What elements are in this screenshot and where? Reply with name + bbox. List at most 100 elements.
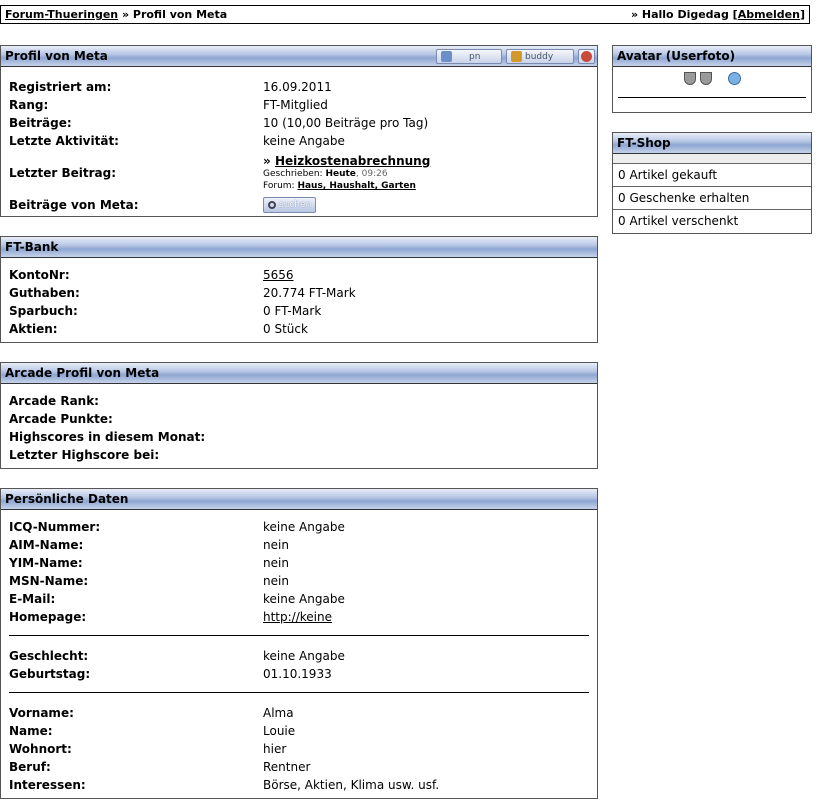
highscores-label: Highscores in diesem Monat: — [9, 430, 206, 444]
posts-row: Beiträge: 10 (10,00 Beiträge pro Tag) — [9, 114, 589, 132]
avatar-title: Avatar (Userfoto) — [617, 49, 736, 63]
birthday-label: Geburtstag: — [9, 667, 91, 681]
home-icon[interactable] — [727, 72, 741, 85]
lastpost-written: Geschrieben: Heute, 09:26 — [263, 168, 589, 180]
icq-label: ICQ-Nummer: — [9, 520, 101, 534]
icq-value: keine Angabe — [263, 520, 345, 534]
profile-details: Registriert am: 16.09.2011 Rang: FT-Mitg… — [1, 67, 597, 218]
msn-row: MSN-Name: nein — [9, 572, 589, 590]
homepage-link[interactable]: http://keine — [263, 610, 332, 624]
guthaben-row: Guthaben: 20.774 FT-Mark — [9, 284, 589, 302]
bank-header: FT-Bank — [1, 237, 597, 258]
last-highscore-label: Letzter Highscore bei: — [9, 448, 160, 462]
personal-details: ICQ-Nummer: keine Angabe AIM-Name: nein … — [1, 510, 597, 798]
homepage-value: http://keine — [263, 610, 589, 624]
konto-value: 5656 — [263, 268, 589, 282]
aktien-value: 0 Stück — [263, 322, 308, 336]
interests-row: Interessen: Börse, Aktien, Klima usw. us… — [9, 776, 589, 794]
profile-actions: pn buddy — [436, 49, 595, 64]
yim-value: nein — [263, 556, 289, 570]
guthaben-value: 20.774 FT-Mark — [263, 286, 356, 300]
arcade-rank-label: Arcade Rank: — [9, 394, 99, 408]
ignore-user-icon — [581, 51, 592, 62]
konto-link[interactable]: 5656 — [263, 268, 294, 282]
aim-label: AIM-Name: — [9, 538, 84, 552]
personal-title: Persönliche Daten — [5, 492, 129, 506]
lastpost-value: » Heizkostenabrechnung Geschrieben: Heut… — [263, 154, 589, 192]
city-label: Wohnort: — [9, 742, 72, 756]
bank-panel: FT-Bank KontoNr: 5656 Guthaben: 20.774 F… — [0, 236, 598, 343]
email-label: E-Mail: — [9, 592, 56, 606]
interests-label: Interessen: — [9, 778, 86, 792]
arcade-points-row: Arcade Punkte: — [9, 410, 589, 428]
city-row: Wohnort: hier — [9, 740, 589, 758]
email-row: E-Mail: keine Angabe — [9, 590, 589, 608]
job-label: Beruf: — [9, 760, 51, 774]
name-label: Name: — [9, 724, 53, 738]
greeting-close: ] — [799, 8, 805, 21]
arcade-rank-row: Arcade Rank: — [9, 392, 589, 410]
posts-label: Beiträge: — [9, 116, 72, 130]
firstname-value: Alma — [263, 706, 294, 720]
msn-value: nein — [263, 574, 289, 588]
arcade-header: Arcade Profil von Meta — [1, 363, 597, 384]
registered-row: Registriert am: 16.09.2011 — [9, 78, 589, 96]
sparbuch-row: Sparbuch: 0 FT-Mark — [9, 302, 589, 320]
profile-header: Profil von Meta pn buddy — [1, 46, 597, 67]
profile-title: Profil von Meta — [5, 49, 108, 63]
lastpost-forum-link[interactable]: Haus, Haushalt, Garten — [297, 181, 415, 191]
job-row: Beruf: Rentner — [9, 758, 589, 776]
gender-label: Geschlecht: — [9, 649, 89, 663]
ignore-button[interactable] — [578, 49, 595, 64]
job-value: Rentner — [263, 760, 311, 774]
buddy-button[interactable]: buddy — [506, 49, 574, 64]
avatar-divider — [618, 97, 806, 98]
msn-label: MSN-Name: — [9, 574, 89, 588]
avatar-panel: Avatar (Userfoto) — [612, 45, 812, 113]
lastpost-label: Letzter Beitrag: — [9, 166, 117, 180]
aim-value: nein — [263, 538, 289, 552]
logout-link[interactable]: Abmelden — [738, 8, 800, 21]
lastpost-arrow: » — [263, 154, 275, 168]
buddy-icon — [511, 51, 522, 62]
shop-title: FT-Shop — [617, 136, 671, 150]
avatar-icons — [613, 72, 811, 85]
profile-panel: Profil von Meta pn buddy Registriert am:… — [0, 45, 598, 217]
last-highscore-row: Letzter Highscore bei: — [9, 446, 589, 464]
interests-value: Börse, Aktien, Klima usw. usf. — [263, 778, 440, 792]
user-greeting: » Hallo Digedag [Abmelden] — [631, 8, 805, 21]
activity-label: Letzte Aktivität: — [9, 134, 119, 148]
forum-home-link[interactable]: Forum-Thueringen — [5, 8, 118, 21]
written-day: Heute — [325, 169, 356, 179]
posts-by-row: Beiträge von Meta: suchen — [9, 196, 589, 214]
rank-value: FT-Mitglied — [263, 98, 328, 112]
pn-button[interactable]: pn — [436, 49, 502, 64]
greeting-text: » Hallo Digedag [ — [630, 8, 738, 21]
bank-details: KontoNr: 5656 Guthaben: 20.774 FT-Mark S… — [1, 258, 597, 342]
pn-label: pn — [469, 51, 481, 62]
lastpost-forum: Forum: Haus, Haushalt, Garten — [263, 180, 589, 192]
birthday-value: 01.10.1933 — [263, 667, 332, 681]
konto-row: KontoNr: 5656 — [9, 266, 589, 284]
shop-spacer — [613, 154, 811, 163]
search-icon — [268, 201, 276, 209]
homepage-row: Homepage: http://keine — [9, 608, 589, 626]
homepage-label: Homepage: — [9, 610, 87, 624]
guthaben-label: Guthaben: — [9, 286, 80, 300]
search-posts-button[interactable]: suchen — [263, 197, 317, 213]
posts-value: 10 (10,00 Beiträge pro Tag) — [263, 116, 429, 130]
sparbuch-value: 0 FT-Mark — [263, 304, 322, 318]
registered-label: Registriert am: — [9, 80, 112, 94]
yim-row: YIM-Name: nein — [9, 554, 589, 572]
forum-label: Forum: — [263, 181, 298, 191]
crest-icon — [699, 72, 712, 85]
divider — [9, 635, 589, 636]
birthday-row: Geburtstag: 01.10.1933 — [9, 665, 589, 683]
shop-item-given: 0 Artikel verschenkt — [613, 209, 811, 232]
posts-by-value: suchen — [263, 197, 589, 213]
lastpost-thread-link[interactable]: Heizkostenabrechnung — [275, 154, 430, 168]
message-icon — [441, 51, 452, 62]
konto-label: KontoNr: — [9, 268, 70, 282]
personal-header: Persönliche Daten — [1, 489, 597, 510]
posts-by-label: Beiträge von Meta: — [9, 198, 139, 212]
